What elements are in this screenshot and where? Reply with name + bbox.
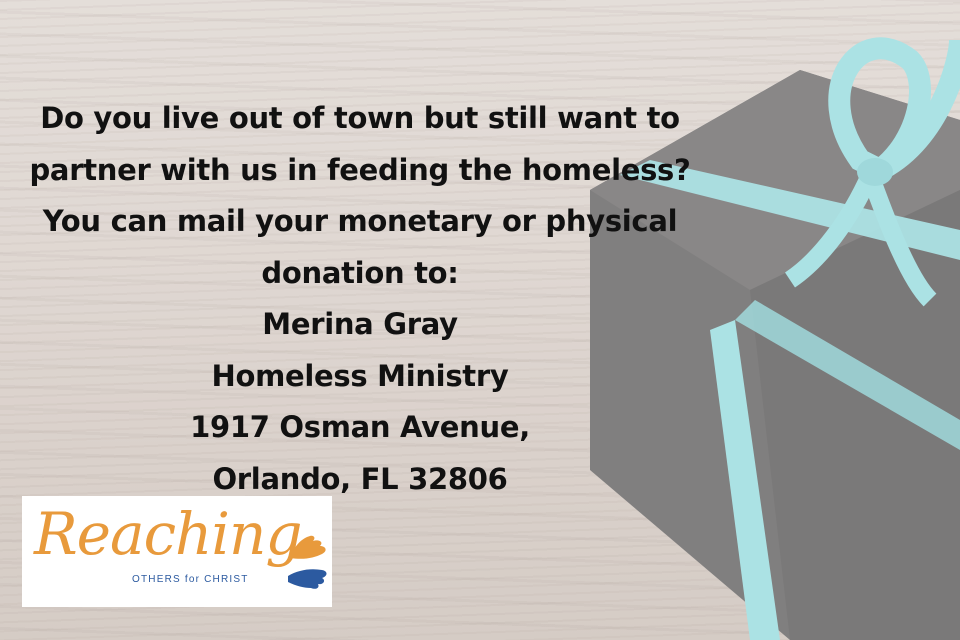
message-line: Do you live out of town but still want t… [40,101,680,135]
reaching-others-logo: Reaching OTHERS for CHRIST [22,496,332,607]
logo-tagline: OTHERS for CHRIST [132,574,249,585]
donation-message: Do you live out of town but still want t… [20,93,700,505]
message-line: You can mail your monetary or physical [42,204,678,238]
hands-icon [288,535,327,589]
message-line: donation to: [261,255,459,290]
recipient-name: Merina Gray [262,307,458,341]
message-line: partner with us in feeding the homeless? [29,152,691,187]
street-address: 1917 Osman Avenue, [190,410,530,444]
logo-wordmark: Reaching [34,500,302,568]
organization-name: Homeless Ministry [211,358,509,393]
